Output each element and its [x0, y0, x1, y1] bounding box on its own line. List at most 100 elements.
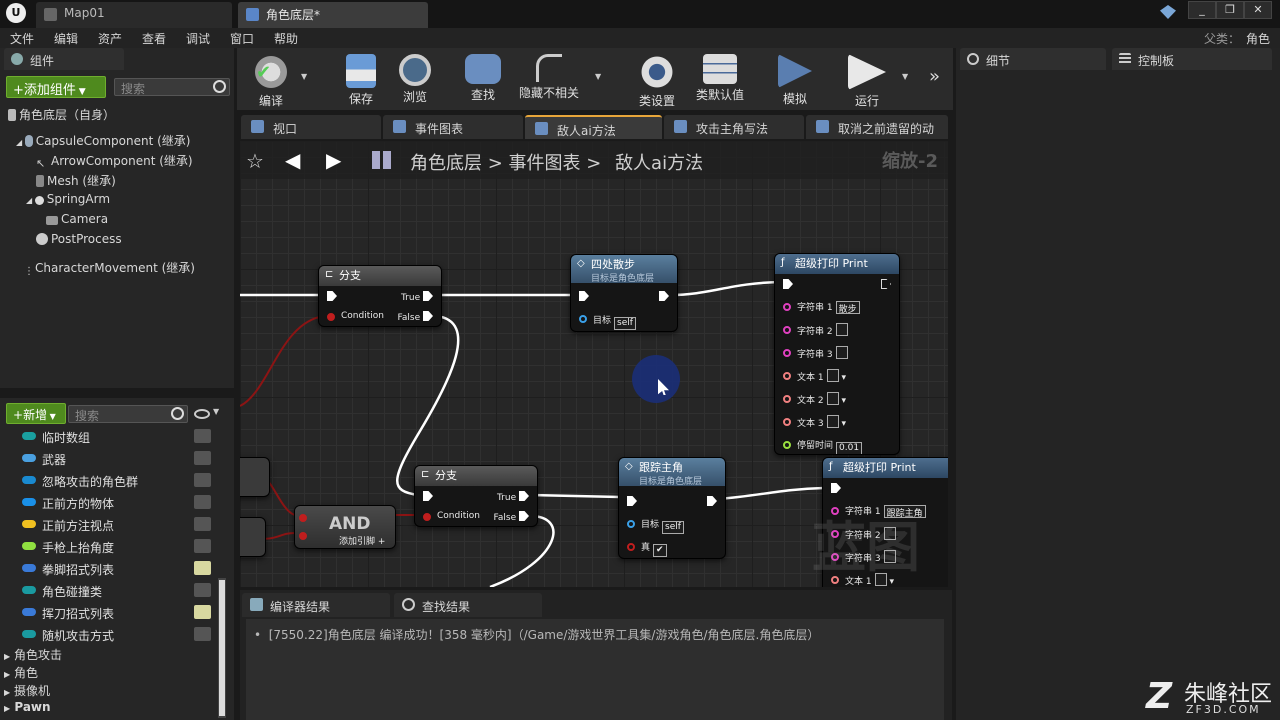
visibility-eye-icon[interactable]: [194, 583, 211, 597]
tab-enemy-ai[interactable]: 敌人ai方法: [525, 115, 662, 139]
variable-item[interactable]: 正前方的物体: [0, 492, 216, 514]
breadcrumb-current-graph[interactable]: 敌人ai方法: [615, 153, 703, 174]
tab-viewport[interactable]: 视口: [241, 115, 381, 139]
parent-class-value[interactable]: 角色: [1246, 30, 1270, 47]
exec-out-pin[interactable]: [659, 291, 669, 301]
chevron-down-icon[interactable]: ▼: [301, 72, 307, 81]
category-camera[interactable]: ▶ 摄像机: [4, 682, 50, 699]
chevron-down-icon[interactable]: ▼: [595, 72, 601, 81]
variable-item[interactable]: 正前方注视点: [0, 514, 216, 536]
bool-checkbox[interactable]: ✔: [653, 544, 667, 557]
exec-out-pin[interactable]: [881, 279, 891, 289]
false-pin[interactable]: False: [494, 511, 529, 523]
toolbar-overflow-icon[interactable]: »: [929, 66, 940, 87]
maximize-button[interactable]: ❐: [1216, 1, 1244, 19]
tree-item-movement[interactable]: ⋮CharacterMovement (继承): [24, 259, 195, 278]
play-button[interactable]: 运行: [841, 50, 893, 108]
menu-window[interactable]: 窗口: [230, 30, 254, 47]
text2-value[interactable]: [826, 392, 839, 405]
tab-find-results[interactable]: 查找结果: [394, 593, 542, 617]
save-button[interactable]: 保存: [333, 50, 389, 108]
variable-item[interactable]: 手枪上抬角度: [0, 536, 216, 558]
variables-search-input[interactable]: 搜索: [68, 405, 188, 423]
variable-item[interactable]: 角色碰撞类: [0, 580, 216, 602]
forward-arrow-icon[interactable]: ▶: [326, 148, 341, 172]
visibility-eye-icon[interactable]: [194, 539, 211, 553]
text3-pin[interactable]: [783, 418, 791, 426]
new-button[interactable]: +新增 ▼: [6, 403, 66, 424]
text1-value[interactable]: [826, 369, 839, 382]
variable-item[interactable]: 拳脚招式列表: [0, 558, 216, 580]
exec-in-pin[interactable]: [579, 291, 589, 301]
tree-item-capsule[interactable]: ◢ CapsuleComponent (继承): [16, 132, 190, 149]
visibility-eye-icon[interactable]: [194, 409, 210, 419]
chevron-down-icon[interactable]: ▼: [902, 72, 908, 81]
bool-pin[interactable]: [627, 543, 635, 551]
variable-item[interactable]: 临时数组: [0, 426, 216, 448]
tab-palette[interactable]: 控制板: [1112, 48, 1272, 70]
string2-value[interactable]: [835, 323, 848, 336]
components-tab[interactable]: 组件: [4, 48, 124, 70]
category-character[interactable]: ▶ 角色: [4, 664, 38, 681]
false-pin[interactable]: False: [398, 311, 433, 323]
string3-pin[interactable]: [783, 349, 791, 357]
text3-value[interactable]: [826, 415, 839, 428]
favorite-star-icon[interactable]: ☆: [246, 149, 264, 173]
visibility-eye-icon[interactable]: [194, 605, 211, 619]
text1-pin[interactable]: [783, 372, 791, 380]
variable-item[interactable]: 随机攻击方式: [0, 624, 216, 646]
branch-node-2[interactable]: ⊏ 分支 True Condition False: [414, 465, 538, 527]
true-pin[interactable]: True: [497, 491, 529, 503]
tree-root[interactable]: 角色底层（自身）: [8, 106, 115, 123]
tree-item-camera[interactable]: Camera: [46, 212, 108, 226]
collapsed-node-a[interactable]: [240, 457, 270, 497]
tab-details[interactable]: 细节: [960, 48, 1106, 70]
class-settings-button[interactable]: 类设置: [631, 50, 683, 108]
visibility-eye-icon[interactable]: [194, 517, 211, 531]
branch-node-1[interactable]: ⊏ 分支 True Condition False: [318, 265, 442, 327]
exec-in-pin[interactable]: [327, 291, 337, 301]
tab-attack-player[interactable]: 攻击主角写法: [664, 115, 804, 139]
close-button[interactable]: ✕: [1244, 1, 1272, 19]
components-search-input[interactable]: 搜索: [114, 78, 230, 96]
menu-help[interactable]: 帮助: [274, 30, 298, 47]
source-control-icon[interactable]: [1160, 5, 1176, 19]
visibility-eye-icon[interactable]: [194, 627, 211, 641]
tree-item-postprocess[interactable]: PostProcess: [36, 232, 122, 246]
find-button[interactable]: 查找: [455, 50, 511, 108]
exec-in-pin[interactable]: [831, 483, 841, 493]
variable-item[interactable]: 挥刀招式列表: [0, 602, 216, 624]
menu-edit[interactable]: 编辑: [54, 30, 78, 47]
tree-item-springarm[interactable]: ◢ SpringArm: [26, 192, 110, 206]
tab-map01[interactable]: Map01: [36, 2, 232, 28]
true-pin[interactable]: True: [401, 291, 433, 303]
tab-cancel-previous[interactable]: 取消之前遗留的动: [806, 115, 948, 139]
blueprint-graph[interactable]: ⊏ 分支 True Condition False ◇ 四处散步 目标是角色底层 目标…: [240, 141, 948, 587]
category-pawn[interactable]: ▶ Pawn: [4, 700, 51, 714]
tree-item-mesh[interactable]: Mesh (继承): [36, 172, 116, 189]
and-input-a-pin[interactable]: [299, 514, 307, 522]
menu-file[interactable]: 文件: [10, 30, 34, 47]
exec-out-pin[interactable]: [707, 496, 717, 506]
breadcrumb-blueprint[interactable]: 角色底层: [410, 153, 482, 174]
string2-pin[interactable]: [783, 326, 791, 334]
target-pin[interactable]: [627, 520, 635, 528]
class-defaults-button[interactable]: 类默认值: [689, 50, 751, 108]
category-attack[interactable]: ▶ 角色攻击: [4, 646, 62, 663]
hide-unrelated-button[interactable]: 隐藏不相关: [511, 50, 587, 108]
tab-compiler-results[interactable]: 编译器结果: [242, 593, 390, 617]
tab-blueprint[interactable]: 角色底层*: [238, 2, 428, 28]
tab-event-graph[interactable]: 事件图表: [383, 115, 523, 139]
add-component-button[interactable]: +添加组件 ▼: [6, 76, 106, 98]
chevron-down-icon[interactable]: ▼: [213, 407, 219, 416]
print-node-1[interactable]: ƒ 超级打印 Print 字符串 1 散步 字符串 2 字符串 3 文本 1 ▾ 文…: [774, 253, 900, 455]
string3-value[interactable]: [835, 346, 848, 359]
exec-in-pin[interactable]: [627, 496, 637, 506]
duration-pin[interactable]: [783, 441, 791, 449]
string1-pin[interactable]: [783, 303, 791, 311]
compile-button[interactable]: ✔ 编译: [243, 50, 299, 108]
target-pin[interactable]: [579, 315, 587, 323]
duration-value[interactable]: 0.01: [836, 442, 863, 454]
minimize-button[interactable]: _: [1188, 1, 1216, 19]
simulate-button[interactable]: 模拟: [769, 50, 821, 108]
